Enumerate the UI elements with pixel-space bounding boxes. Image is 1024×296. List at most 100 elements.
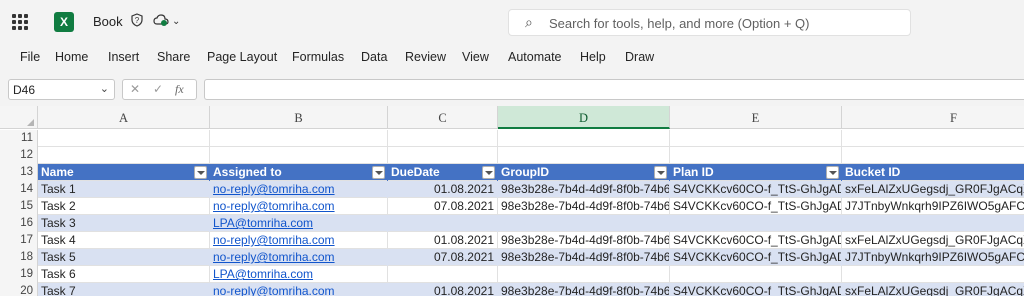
help-circle-icon[interactable]: ? [130, 13, 144, 30]
cell-d[interactable]: 98e3b28e-7b4d-4d9f-8f0b-74b64 [498, 232, 670, 249]
cell-a[interactable] [38, 147, 210, 164]
row-header[interactable]: 13 [0, 164, 38, 181]
cell-c[interactable] [388, 130, 498, 147]
cancel-icon[interactable]: ✕ [130, 82, 140, 96]
cell-b[interactable]: LPA@tomriha.com [210, 266, 388, 283]
cell-a[interactable]: Task 1 [38, 181, 210, 198]
cell-c[interactable]: 01.08.2021 [388, 181, 498, 198]
cell-d[interactable]: 98e3b28e-7b4d-4d9f-8f0b-74b64 [498, 249, 670, 266]
tab-view[interactable]: View [462, 50, 489, 64]
workbook-title[interactable]: Book [93, 14, 123, 29]
cell-a[interactable]: Task 4 [38, 232, 210, 249]
cell-c[interactable] [388, 147, 498, 164]
row-header[interactable]: 15 [0, 198, 38, 215]
cell-b[interactable]: LPA@tomriha.com [210, 215, 388, 232]
enter-icon[interactable]: ✓ [153, 82, 163, 96]
cell-f[interactable] [842, 147, 1024, 164]
header-cell-d[interactable]: GroupID [498, 164, 670, 181]
cell-f[interactable]: sxFeLAlZxUGegsdj_GR0FJgACqXe [842, 283, 1024, 296]
cell-e[interactable] [670, 130, 842, 147]
row-header[interactable]: 17 [0, 232, 38, 249]
cell-c[interactable] [388, 266, 498, 283]
tab-home[interactable]: Home [55, 50, 88, 64]
cell-f[interactable] [842, 215, 1024, 232]
insert-function-icon[interactable]: fx [175, 82, 184, 97]
column-header-a[interactable]: A [38, 106, 210, 129]
cell-e[interactable] [670, 266, 842, 283]
cell-b[interactable]: no-reply@tomriha.com [210, 249, 388, 266]
cell-d[interactable]: 98e3b28e-7b4d-4d9f-8f0b-74b64 [498, 181, 670, 198]
cell-b[interactable]: no-reply@tomriha.com [210, 232, 388, 249]
header-cell-c[interactable]: DueDate [388, 164, 498, 181]
cell-a[interactable]: Task 6 [38, 266, 210, 283]
name-box[interactable]: D46 ⌄ [8, 79, 115, 100]
excel-logo-icon[interactable]: X [54, 12, 74, 32]
row-header[interactable]: 18 [0, 249, 38, 266]
header-cell-e[interactable]: Plan ID [670, 164, 842, 181]
cell-e[interactable]: S4VCKKcv60CO-f_TtS-GhJgADSVZ [670, 198, 842, 215]
cell-e[interactable] [670, 147, 842, 164]
tab-automate[interactable]: Automate [508, 50, 562, 64]
cell-d[interactable] [498, 147, 670, 164]
row-header[interactable]: 16 [0, 215, 38, 232]
cell-c[interactable]: 07.08.2021 [388, 249, 498, 266]
column-header-f[interactable]: F [842, 106, 1024, 129]
column-header-e[interactable]: E [670, 106, 842, 129]
cloud-sync-icon[interactable] [153, 13, 169, 30]
filter-dropdown-icon[interactable] [194, 166, 207, 179]
header-cell-f[interactable]: Bucket ID [842, 164, 1024, 181]
cell-d[interactable]: 98e3b28e-7b4d-4d9f-8f0b-74b64 [498, 198, 670, 215]
cell-e[interactable]: S4VCKKcv60CO-f_TtS-GhJgADSVZ [670, 232, 842, 249]
cell-c[interactable]: 01.08.2021 [388, 283, 498, 296]
filter-dropdown-icon[interactable] [654, 166, 667, 179]
cell-f[interactable]: sxFeLAlZxUGegsdj_GR0FJgACqXe [842, 181, 1024, 198]
cell-f[interactable] [842, 130, 1024, 147]
cell-b[interactable]: no-reply@tomriha.com [210, 283, 388, 296]
cell-b[interactable] [210, 130, 388, 147]
row-header[interactable]: 11 [0, 130, 38, 147]
cell-f[interactable] [842, 266, 1024, 283]
tab-draw[interactable]: Draw [625, 50, 654, 64]
cell-a[interactable]: Task 5 [38, 249, 210, 266]
cell-c[interactable] [388, 215, 498, 232]
row-header[interactable]: 14 [0, 181, 38, 198]
column-header-c[interactable]: C [388, 106, 498, 129]
tab-share[interactable]: Share [157, 50, 190, 64]
row-header[interactable]: 19 [0, 266, 38, 283]
row-header[interactable]: 20 [0, 283, 38, 296]
filter-dropdown-icon[interactable] [482, 166, 495, 179]
filter-dropdown-icon[interactable] [826, 166, 839, 179]
cell-b[interactable]: no-reply@tomriha.com [210, 181, 388, 198]
tab-page-layout[interactable]: Page Layout [207, 50, 277, 64]
cell-c[interactable]: 01.08.2021 [388, 232, 498, 249]
header-cell-a[interactable]: Name [38, 164, 210, 181]
cell-f[interactable]: J7JTnbyWnkqrh9IPZ6IWO5gAFCK_ [842, 198, 1024, 215]
column-header-b[interactable]: B [210, 106, 388, 129]
cell-f[interactable]: sxFeLAlZxUGegsdj_GR0FJgACqXe [842, 232, 1024, 249]
row-header[interactable]: 12 [0, 147, 38, 164]
cell-e[interactable] [670, 215, 842, 232]
column-header-d[interactable]: D [498, 106, 670, 129]
tab-data[interactable]: Data [361, 50, 387, 64]
cell-a[interactable] [38, 130, 210, 147]
cell-e[interactable]: S4VCKKcv60CO-f_TtS-GhJgADSVZ [670, 283, 842, 296]
tab-file[interactable]: File [20, 50, 40, 64]
cell-f[interactable]: J7JTnbyWnkqrh9IPZ6IWO5gAFCK_ [842, 249, 1024, 266]
cell-d[interactable] [498, 215, 670, 232]
cell-a[interactable]: Task 3 [38, 215, 210, 232]
cell-d[interactable] [498, 130, 670, 147]
cell-a[interactable]: Task 7 [38, 283, 210, 296]
tab-review[interactable]: Review [405, 50, 446, 64]
formula-input[interactable] [204, 79, 1024, 100]
cell-b[interactable] [210, 147, 388, 164]
tab-help[interactable]: Help [580, 50, 606, 64]
cell-d[interactable] [498, 266, 670, 283]
filter-dropdown-icon[interactable] [372, 166, 385, 179]
header-cell-b[interactable]: Assigned to [210, 164, 388, 181]
cell-e[interactable]: S4VCKKcv60CO-f_TtS-GhJgADSVZ [670, 249, 842, 266]
search-box[interactable]: ⌕ Search for tools, help, and more (Opti… [508, 9, 911, 36]
tab-formulas[interactable]: Formulas [292, 50, 344, 64]
cell-d[interactable]: 98e3b28e-7b4d-4d9f-8f0b-74b64 [498, 283, 670, 296]
select-all-corner[interactable] [0, 106, 38, 129]
cell-a[interactable]: Task 2 [38, 198, 210, 215]
